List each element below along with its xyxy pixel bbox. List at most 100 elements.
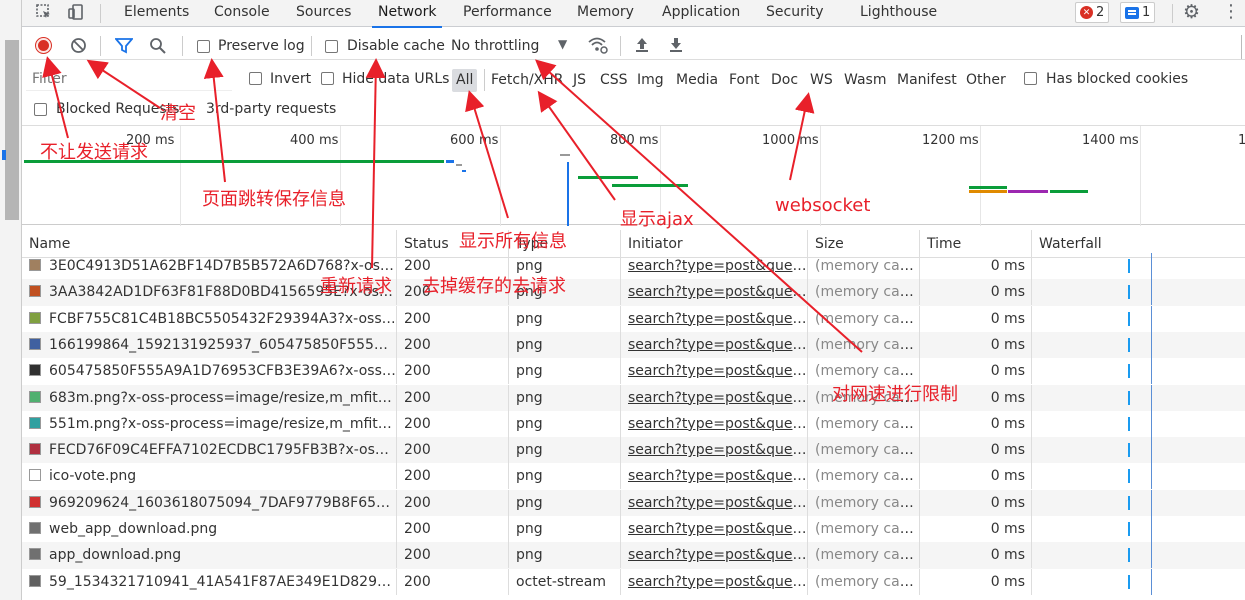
overview-dcl-line bbox=[567, 162, 569, 226]
tab-performance[interactable]: Performance bbox=[463, 4, 552, 20]
tabbar-divider bbox=[100, 4, 101, 23]
filter-type-img[interactable]: Img bbox=[637, 72, 664, 88]
request-size: (memory cac... bbox=[815, 310, 920, 327]
cell-initiator[interactable]: search?type=post&quer... bbox=[621, 437, 808, 464]
request-initiator[interactable]: search?type=post&quer... bbox=[628, 416, 807, 432]
table-row[interactable]: ico-vote.png 200 png search?type=post&quer.… bbox=[22, 463, 1245, 490]
network-conditions-icon[interactable] bbox=[587, 35, 609, 59]
request-initiator[interactable]: search?type=post&quer... bbox=[628, 363, 807, 379]
table-row[interactable]: FECD76F09C4EFFA7102ECDBC1795FB3B?x-oss-p… bbox=[22, 437, 1245, 464]
cell-initiator[interactable]: search?type=post&quer... bbox=[621, 542, 808, 569]
cell-name: ico-vote.png bbox=[22, 463, 397, 490]
throttling-select[interactable]: No throttling bbox=[451, 38, 539, 54]
filter-type-wasm[interactable]: Wasm bbox=[844, 72, 886, 88]
tab-console[interactable]: Console bbox=[214, 4, 270, 20]
request-initiator[interactable]: search?type=post&quer... bbox=[628, 468, 807, 484]
request-initiator[interactable]: search?type=post&quer... bbox=[628, 258, 807, 274]
cell-initiator[interactable]: search?type=post&quer... bbox=[621, 305, 808, 332]
request-initiator[interactable]: search?type=post&quer... bbox=[628, 574, 807, 590]
request-time: 0 ms bbox=[990, 521, 1025, 537]
table-row[interactable]: 683m.png?x-oss-process=image/resize,m_mf… bbox=[22, 384, 1245, 411]
cell-initiator[interactable]: search?type=post&quer... bbox=[621, 489, 808, 516]
request-initiator[interactable]: search?type=post&quer... bbox=[628, 495, 807, 511]
hide-data-urls-checkbox[interactable] bbox=[321, 72, 334, 85]
filter-type-media[interactable]: Media bbox=[676, 72, 718, 88]
filter-type-js[interactable]: JS bbox=[573, 72, 586, 88]
tab-security[interactable]: Security bbox=[766, 4, 824, 20]
tab-application[interactable]: Application bbox=[662, 4, 740, 20]
cell-initiator[interactable]: search?type=post&quer... bbox=[621, 568, 808, 595]
preserve-log-checkbox[interactable] bbox=[197, 40, 210, 53]
cell-initiator[interactable]: search?type=post&quer... bbox=[621, 358, 808, 385]
filter-type-font[interactable]: Font bbox=[729, 72, 759, 88]
request-initiator[interactable]: search?type=post&quer... bbox=[628, 521, 807, 537]
clear-icon[interactable] bbox=[70, 37, 87, 58]
tab-memory[interactable]: Memory bbox=[577, 4, 634, 20]
table-row[interactable]: 969209624_1603618075094_7DAF9779B8F653EF… bbox=[22, 489, 1245, 516]
record-button[interactable] bbox=[36, 38, 51, 53]
table-row[interactable]: 605475850F555A9A1D76953CFB3E39A6?x-oss-p… bbox=[22, 358, 1245, 385]
invert-checkbox[interactable] bbox=[249, 72, 262, 85]
messages-badge[interactable]: 1 bbox=[1120, 2, 1156, 23]
tab-elements[interactable]: Elements bbox=[124, 4, 189, 20]
errors-badge[interactable]: ✕ 2 bbox=[1075, 2, 1110, 23]
table-row[interactable]: FCBF755C81C4B18BC5505432F29394A3?x-oss-p… bbox=[22, 305, 1245, 332]
table-row[interactable]: 59_1534321710941_41A541F87AE349E1D829B1B… bbox=[22, 568, 1245, 595]
filter-input[interactable] bbox=[26, 67, 232, 91]
request-initiator[interactable]: search?type=post&quer... bbox=[628, 547, 807, 563]
chevron-down-icon[interactable]: ▼ bbox=[558, 37, 567, 51]
waterfall-bar bbox=[1128, 259, 1130, 273]
filter-type-doc[interactable]: Doc bbox=[771, 72, 798, 88]
cell-initiator[interactable]: search?type=post&quer... bbox=[621, 279, 808, 306]
cell-time: 0 ms bbox=[920, 305, 1032, 332]
search-icon[interactable] bbox=[149, 37, 167, 59]
cell-initiator[interactable]: search?type=post&quer... bbox=[621, 384, 808, 411]
more-options-icon[interactable]: ⋮ bbox=[1222, 1, 1240, 22]
tab-sources[interactable]: Sources bbox=[296, 4, 351, 20]
disable-cache-checkbox[interactable] bbox=[325, 40, 338, 53]
cell-initiator[interactable]: search?type=post&quer... bbox=[621, 331, 808, 358]
filter-type-other[interactable]: Other bbox=[966, 72, 1006, 88]
request-initiator[interactable]: search?type=post&quer... bbox=[628, 337, 807, 353]
table-row[interactable]: web_app_download.png 200 png search?type=po… bbox=[22, 516, 1245, 542]
table-row[interactable]: 166199864_1592131925937_605475850F555A9A… bbox=[22, 331, 1245, 359]
export-har-icon[interactable] bbox=[668, 36, 684, 57]
device-toolbar-icon[interactable] bbox=[67, 3, 85, 26]
table-row[interactable]: 551m.png?x-oss-process=image/resize,m_mf… bbox=[22, 410, 1245, 437]
page-scrollbar[interactable] bbox=[5, 40, 19, 220]
cell-name: 605475850F555A9A1D76953CFB3E39A6?x-oss-p… bbox=[22, 358, 397, 385]
cell-initiator[interactable]: search?type=post&quer... bbox=[621, 410, 808, 437]
cell-initiator[interactable]: search?type=post&quer... bbox=[621, 253, 808, 279]
request-initiator[interactable]: search?type=post&quer... bbox=[628, 442, 807, 458]
filter-type-css[interactable]: CSS bbox=[600, 72, 628, 88]
table-row[interactable]: 3AA3842AD1DF63F81F88D0BD4156595E?x-oss-.… bbox=[22, 279, 1245, 306]
cell-name: FECD76F09C4EFFA7102ECDBC1795FB3B?x-oss-p… bbox=[22, 437, 397, 464]
request-initiator[interactable]: search?type=post&quer... bbox=[628, 311, 807, 327]
request-initiator[interactable]: search?type=post&quer... bbox=[628, 390, 807, 406]
filter-type-manifest[interactable]: Manifest bbox=[897, 72, 957, 88]
filter-type-all[interactable]: All bbox=[452, 69, 478, 92]
devtools-tabbar: Elements Console Sources Network Perform… bbox=[22, 0, 1245, 28]
filter-type-ws[interactable]: WS bbox=[810, 72, 833, 88]
import-har-icon[interactable] bbox=[634, 36, 650, 57]
cell-size: (memory cac... bbox=[808, 516, 920, 542]
cell-initiator[interactable]: search?type=post&quer... bbox=[621, 463, 808, 490]
has-blocked-cookies-checkbox[interactable] bbox=[1024, 72, 1037, 85]
filter-type-fetch-xhr[interactable]: Fetch/XHR bbox=[491, 72, 564, 88]
inspect-element-icon[interactable] bbox=[35, 3, 53, 26]
request-initiator[interactable]: search?type=post&quer... bbox=[628, 284, 807, 300]
tab-lighthouse[interactable]: Lighthouse bbox=[860, 4, 937, 20]
cell-waterfall bbox=[1032, 410, 1245, 437]
settings-gear-icon[interactable]: ⚙ bbox=[1183, 1, 1200, 23]
cell-waterfall bbox=[1032, 358, 1245, 385]
blocked-requests-checkbox[interactable] bbox=[34, 103, 47, 116]
cell-initiator[interactable]: search?type=post&quer... bbox=[621, 516, 808, 542]
filter-icon[interactable] bbox=[114, 37, 134, 58]
cell-status: 200 bbox=[397, 410, 509, 437]
tab-network[interactable]: Network bbox=[371, 4, 443, 28]
table-row[interactable]: app_download.png 200 png search?type=post&q… bbox=[22, 542, 1245, 569]
annotation-no-cache: 去掉缓存的去请求 bbox=[422, 276, 566, 297]
table-row[interactable]: 3E0C4913D51A62BF14D7B5B572A6D768?x-oss-.… bbox=[22, 253, 1245, 279]
request-type: png bbox=[516, 442, 543, 459]
cell-status: 200 bbox=[397, 568, 509, 595]
